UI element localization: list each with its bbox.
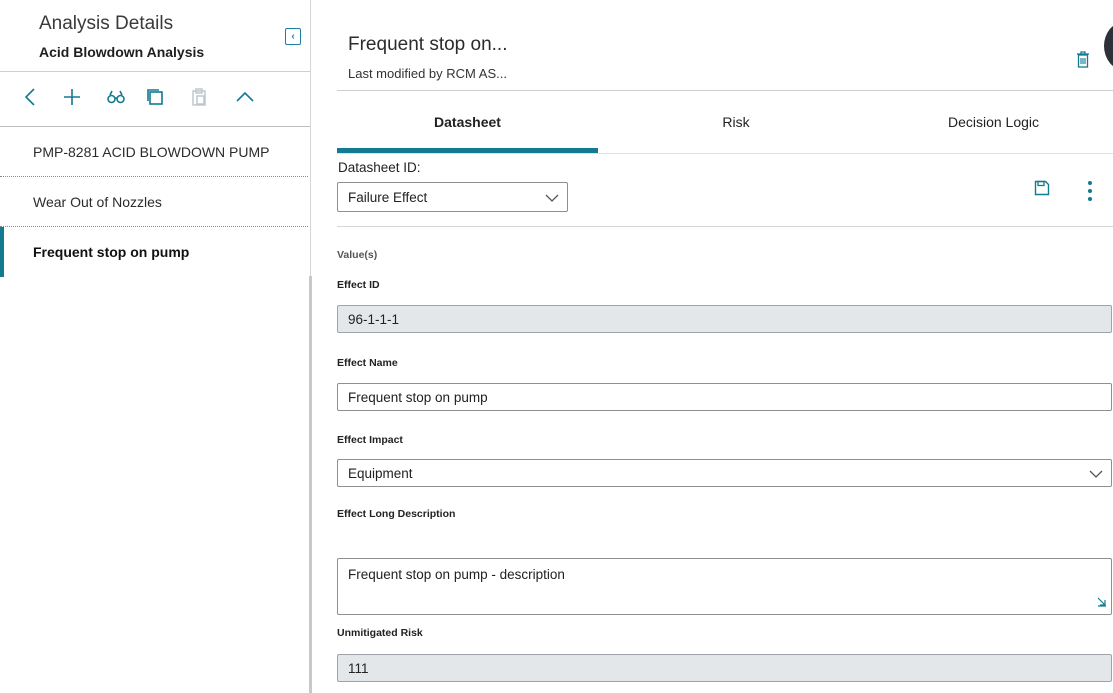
back-icon[interactable]: [22, 86, 38, 108]
datasheet-id-label: Datasheet ID:: [338, 160, 421, 175]
record-title: Frequent stop on...: [348, 34, 508, 55]
panel-title: Analysis Details: [39, 13, 174, 34]
chevron-up-icon[interactable]: [235, 86, 255, 108]
effect-impact-label: Effect Impact: [337, 434, 403, 446]
unmitigated-risk-field: 111: [337, 654, 1112, 682]
effect-name-field[interactable]: Frequent stop on pump: [337, 383, 1112, 411]
effect-name-value: Frequent stop on pump: [348, 389, 488, 405]
last-modified: Last modified by RCM AS...: [348, 66, 507, 81]
effect-long-description-field[interactable]: Frequent stop on pump - description: [337, 558, 1112, 615]
tab-risk[interactable]: Risk: [598, 92, 874, 152]
tree-item-label: Frequent stop on pump: [33, 244, 190, 260]
binoculars-icon[interactable]: [106, 86, 126, 108]
tree-toolbar: [0, 72, 310, 126]
tab-decision-logic[interactable]: Decision Logic: [874, 92, 1113, 152]
effect-id-label: Effect ID: [337, 279, 380, 291]
effect-name-label: Effect Name: [337, 357, 398, 369]
collapse-panel-icon[interactable]: ‹: [285, 28, 301, 45]
divider: [337, 226, 1113, 227]
tab-datasheet[interactable]: Datasheet: [337, 92, 598, 152]
tree-item-frequent-stop[interactable]: Frequent stop on pump: [0, 227, 308, 277]
tab-label: Risk: [722, 114, 750, 130]
divider: [337, 153, 1113, 154]
save-icon[interactable]: [1034, 180, 1050, 199]
tree-item-wear-out[interactable]: Wear Out of Nozzles: [0, 177, 308, 227]
tree-item-pump[interactable]: PMP-8281 ACID BLOWDOWN PUMP: [0, 127, 308, 177]
chevron-down-icon: [545, 191, 559, 206]
analysis-details-panel: Analysis Details Acid Blowdown Analysis …: [0, 0, 310, 693]
avatar[interactable]: [1104, 22, 1113, 70]
tab-label: Datasheet: [434, 114, 501, 130]
effect-long-description-label: Effect Long Description: [337, 508, 456, 520]
effect-id-field: 96-1-1-1: [337, 305, 1112, 333]
datasheet-id-select[interactable]: Failure Effect: [337, 182, 568, 212]
analysis-name: Acid Blowdown Analysis: [39, 44, 205, 60]
values-heading: Value(s): [337, 249, 378, 261]
unmitigated-risk-label: Unmitigated Risk: [337, 627, 423, 639]
effect-impact-value: Equipment: [348, 465, 413, 481]
tab-label: Decision Logic: [947, 114, 1040, 130]
tree-item-label: PMP-8281 ACID BLOWDOWN PUMP: [33, 144, 270, 160]
add-icon[interactable]: [62, 86, 82, 108]
unmitigated-risk-value: 111: [348, 660, 369, 676]
effect-impact-select[interactable]: Equipment: [337, 459, 1112, 487]
more-options-icon[interactable]: [1085, 180, 1095, 202]
panel-header: Analysis Details Acid Blowdown Analysis …: [0, 0, 310, 72]
left-scrollbar[interactable]: [309, 276, 312, 693]
effect-id-value: 96-1-1-1: [348, 311, 400, 327]
datasheet-id-value: Failure Effect: [348, 189, 428, 205]
tab-bar: Datasheet Risk Decision Logic: [337, 92, 1113, 154]
tree-item-label: Wear Out of Nozzles: [33, 194, 162, 210]
copy-icon[interactable]: [145, 86, 165, 108]
divider: [337, 90, 1113, 91]
trash-icon[interactable]: [1076, 51, 1090, 71]
effect-long-description-value: Frequent stop on pump - description: [348, 567, 565, 582]
paste-icon[interactable]: [189, 86, 209, 108]
chevron-down-icon: [1089, 467, 1103, 482]
active-indicator: [0, 227, 4, 277]
expand-icon[interactable]: [1097, 595, 1107, 610]
